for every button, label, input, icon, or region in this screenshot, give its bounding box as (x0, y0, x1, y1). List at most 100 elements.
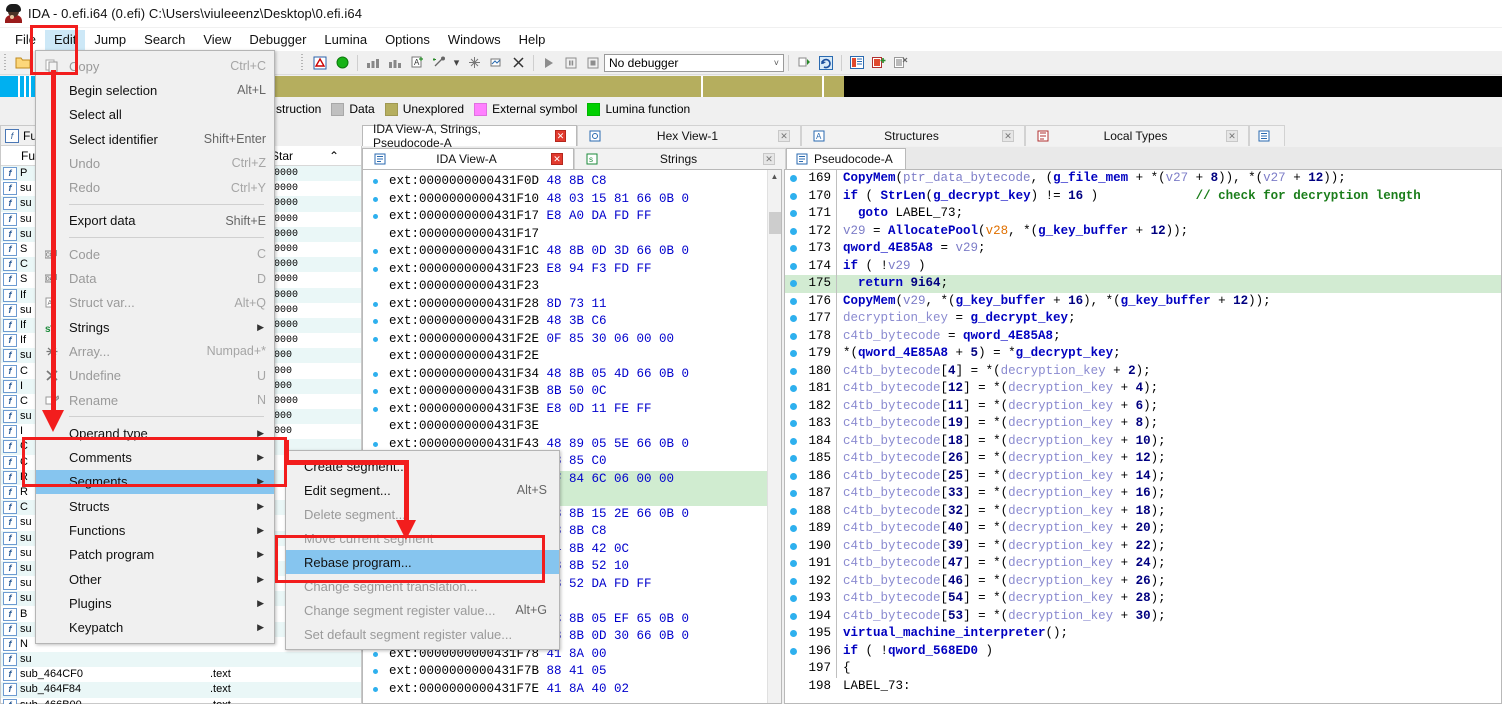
warning-icon[interactable] (310, 53, 330, 73)
edit-menu-item-select-identifier[interactable]: Select identifier Shift+Enter (36, 127, 274, 151)
pause-icon[interactable] (561, 53, 581, 73)
pseudocode-line[interactable]: 187 c4tb_bytecode[33] = *(decryption_key … (785, 485, 1501, 503)
segments-submenu-item-set-default-segment-register-value[interactable]: Set default segment register value... (286, 622, 559, 646)
menu-file[interactable]: File (6, 30, 45, 50)
pseudocode-line[interactable]: 197 { (785, 660, 1501, 678)
disassembly-line[interactable]: ext:0000000000431F23 (389, 278, 767, 296)
graph-view-2-icon[interactable] (385, 53, 405, 73)
pseudocode-line[interactable]: 172 v29 = AllocatePool(v28, *(g_key_buffe… (785, 222, 1501, 240)
pseudocode-line[interactable]: 180 c4tb_bytecode[4] = *(decryption_key +… (785, 362, 1501, 380)
pseudocode-marker-dot[interactable] (785, 437, 801, 445)
disassembly-line[interactable]: ext:0000000000431F17 E8 A0 DA FD FF (389, 208, 767, 226)
tab-enums[interactable] (1249, 125, 1285, 146)
menu-debugger[interactable]: Debugger (240, 30, 315, 50)
text-view-icon[interactable]: A (407, 53, 427, 73)
pseudocode-marker-dot[interactable] (785, 297, 801, 305)
pseudocode-line[interactable]: 177 decryption_key = g_decrypt_key; (785, 310, 1501, 328)
tab-structures[interactable]: A Structures ✕ (801, 125, 1025, 146)
tab-ida-view-strings-pseudocode[interactable]: IDA View-A, Strings, Pseudocode-A ✕ (362, 122, 577, 150)
segments-submenu-item-rebase-program[interactable]: Rebase program... (286, 550, 559, 574)
pseudocode-line[interactable]: 174 if ( !v29 ) (785, 257, 1501, 275)
breakpoint-marker-dot[interactable] (373, 179, 378, 184)
segments-submenu-item-delete-segment[interactable]: Delete segment... (286, 502, 559, 526)
disassembly-line[interactable]: ext:0000000000431F34 48 8B 05 4D 66 0B 0 (389, 366, 767, 384)
pseudocode-line[interactable]: 171 goto LABEL_73; (785, 205, 1501, 223)
breakpoint-marker-dot[interactable] (373, 214, 378, 219)
pseudocode-marker-dot[interactable] (785, 542, 801, 550)
pseudocode-line[interactable]: 194 c4tb_bytecode[53] = *(decryption_key … (785, 607, 1501, 625)
pseudocode-marker-dot[interactable] (785, 210, 801, 218)
pseudocode-marker-dot[interactable] (785, 647, 801, 655)
menu-lumina[interactable]: Lumina (315, 30, 376, 50)
edit-menu-item-begin-selection[interactable]: Begin selection Alt+L (36, 78, 274, 102)
subgraph-icon[interactable] (486, 53, 506, 73)
disassembly-line[interactable]: ext:0000000000431F2B 48 3B C6 (389, 313, 767, 331)
pseudocode-line[interactable]: 198 LABEL_73: (785, 678, 1501, 696)
disassembly-line[interactable]: ext:0000000000431F10 48 03 15 81 66 0B 0 (389, 191, 767, 209)
tab-pseudocode-a[interactable]: Pseudocode-A (786, 148, 906, 169)
disassembly-line[interactable]: ext:0000000000431F7E 41 8A 40 02 (389, 681, 767, 699)
pseudocode-marker-dot[interactable] (785, 332, 801, 340)
pseudocode-line[interactable]: 196 if ( !qword_568ED0 ) (785, 642, 1501, 660)
edit-menu-item-segments[interactable]: Segments ▶ (36, 469, 274, 495)
function-list-row[interactable]: f sub_464F84 .text (1, 682, 361, 698)
segments-submenu-item-change-segment-translation[interactable]: Change segment translation... (286, 574, 559, 598)
green-circle-icon[interactable] (332, 53, 352, 73)
graph-view-icon[interactable] (363, 53, 383, 73)
pseudocode-line[interactable]: 183 c4tb_bytecode[19] = *(decryption_key … (785, 415, 1501, 433)
breakpoint-marker-dot[interactable] (373, 651, 378, 657)
edit-menu-item-struct-var[interactable]: A Struct var... Alt+Q (36, 291, 274, 315)
edit-menu-item-keypatch[interactable]: Keypatch ▶ (36, 616, 274, 640)
edit-menu-item-other[interactable]: Other ▶ (36, 567, 274, 591)
pseudocode-line[interactable]: 181 c4tb_bytecode[12] = *(decryption_key … (785, 380, 1501, 398)
breakpoint-marker-dot[interactable] (373, 686, 378, 692)
close-icon[interactable]: ✕ (1226, 130, 1238, 142)
breakpoint-marker-dot[interactable] (373, 389, 378, 394)
pseudocode-line[interactable]: 190 c4tb_bytecode[39] = *(decryption_key … (785, 537, 1501, 555)
close-icon[interactable]: ✕ (1002, 130, 1014, 142)
disassembly-scrollbar[interactable]: ▲ (767, 170, 781, 703)
pseudocode-marker-dot[interactable] (785, 280, 801, 288)
breakpoint-marker-dot[interactable] (373, 371, 378, 377)
tab-hex-view-1[interactable]: Hex View-1 ✕ (577, 125, 801, 146)
pseudocode-marker-dot[interactable] (785, 367, 801, 375)
disassembly-line[interactable]: ext:0000000000431F28 8D 73 11 (389, 296, 767, 314)
pseudocode-line[interactable]: 169 CopyMem(ptr_data_bytecode, (g_file_me… (785, 170, 1501, 188)
pseudocode-line[interactable]: 191 c4tb_bytecode[47] = *(decryption_key … (785, 555, 1501, 573)
close-icon[interactable]: ✕ (551, 153, 563, 165)
pseudocode-marker-dot[interactable] (785, 630, 801, 638)
pseudocode-marker-dot[interactable] (785, 455, 801, 463)
proximity-browser-icon[interactable] (464, 53, 484, 73)
breakpoint-marker-dot[interactable] (373, 406, 378, 412)
pseudocode-marker-dot[interactable] (785, 525, 801, 533)
edit-menu-item-patch-program[interactable]: Patch program ▶ (36, 543, 274, 567)
edit-dropdown-menu[interactable]: Copy Ctrl+C Begin selection Alt+L Select all… (35, 50, 275, 644)
pseudocode-marker-dot[interactable] (785, 350, 801, 358)
edit-menu-item-array[interactable]: Array... Numpad+* (36, 339, 274, 363)
pseudocode-line[interactable]: 186 c4tb_bytecode[25] = *(decryption_key … (785, 467, 1501, 485)
toolbar-grip-2[interactable] (300, 53, 306, 72)
pseudocode-line[interactable]: 195 virtual_machine_interpreter(); (785, 625, 1501, 643)
disassembly-line[interactable]: ext:0000000000431F2E 0F 85 30 06 00 00 (389, 331, 767, 349)
pseudocode-marker-dot[interactable] (785, 262, 801, 270)
column-sort-indicator[interactable]: ⌃ (326, 149, 342, 163)
pseudocode-line[interactable]: 176 CopyMem(v29, *(g_key_buffer + 16), *(… (785, 292, 1501, 310)
menu-edit[interactable]: Edit (44, 29, 86, 50)
segments-submenu-item-change-segment-register-value[interactable]: Change segment register value... Alt+G (286, 598, 559, 622)
segments-submenu-item-create-segment[interactable]: Create segment... (286, 454, 559, 478)
breakpoint-marker-dot[interactable] (373, 319, 378, 324)
pseudocode-marker-dot[interactable] (785, 612, 801, 620)
disassembly-line[interactable]: ext:0000000000431F0D 48 8B C8 (389, 173, 767, 191)
disassembly-line[interactable]: ext:0000000000431F2E (389, 348, 767, 366)
function-list-row[interactable]: f sub_464CF0 .text (1, 667, 361, 682)
disassembly-line[interactable]: ext:0000000000431F3B 8B 50 0C (389, 383, 767, 401)
pseudocode-marker-dot[interactable] (785, 227, 801, 235)
edit-menu-item-code[interactable]: COD Code C (36, 242, 274, 266)
breakpoint-marker-dot[interactable] (373, 669, 378, 674)
add-struct-icon[interactable] (869, 53, 889, 73)
close-icon[interactable]: ✕ (778, 130, 790, 142)
segments-submenu-item-move-current-segment[interactable]: Move current segment (286, 526, 559, 550)
scroll-up-icon[interactable]: ▲ (768, 170, 781, 184)
edit-menu-item-redo[interactable]: Redo Ctrl+Y (36, 175, 274, 199)
scrollbar-thumb[interactable] (769, 212, 781, 234)
